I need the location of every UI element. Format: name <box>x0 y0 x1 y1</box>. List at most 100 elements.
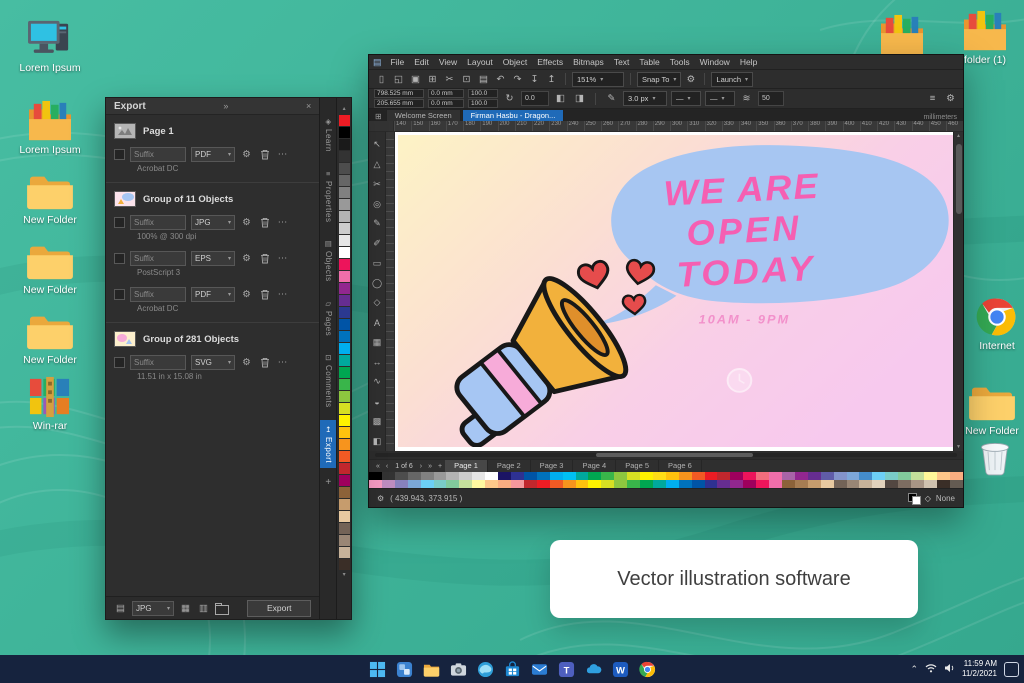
connector-tool[interactable]: ∿ <box>370 372 384 392</box>
freehand-tool[interactable]: ✎ <box>370 214 384 234</box>
color-swatch[interactable] <box>627 480 641 488</box>
color-swatch[interactable] <box>640 480 653 488</box>
row-more-options-icon[interactable]: ⋯ <box>276 289 289 300</box>
color-swatch[interactable] <box>433 480 447 488</box>
scale-fields[interactable]: 100.0 100.0 <box>468 89 498 108</box>
format-select[interactable]: EPS ▾ <box>191 251 235 266</box>
color-swatch[interactable] <box>381 472 395 480</box>
color-swatch[interactable] <box>549 472 563 480</box>
color-swatch[interactable] <box>338 295 350 306</box>
color-swatch[interactable] <box>338 199 350 210</box>
volume-icon[interactable] <box>944 660 955 678</box>
row-delete-trash-icon[interactable] <box>258 357 271 368</box>
menu-layout[interactable]: Layout <box>462 57 498 67</box>
color-swatch[interactable] <box>338 175 350 186</box>
color-swatch[interactable] <box>704 480 718 488</box>
color-swatch[interactable] <box>588 472 602 480</box>
color-swatch[interactable] <box>601 472 615 480</box>
color-swatch[interactable] <box>885 480 899 488</box>
menu-edit[interactable]: Edit <box>409 57 434 67</box>
color-swatch[interactable] <box>338 391 350 402</box>
widgets-icon[interactable] <box>395 660 413 678</box>
crop-tool[interactable]: ✂ <box>370 175 384 195</box>
vertical-scroll-thumb[interactable] <box>955 144 962 214</box>
color-swatch[interactable] <box>523 480 537 488</box>
color-swatch[interactable] <box>338 355 350 366</box>
menu-help[interactable]: Help <box>735 57 762 67</box>
color-swatch[interactable] <box>338 259 350 270</box>
color-swatch[interactable] <box>472 480 486 488</box>
color-swatch[interactable] <box>562 472 576 480</box>
rotate-icon[interactable]: ↻ <box>502 93 517 104</box>
ruler-origin[interactable] <box>369 121 394 131</box>
color-swatch[interactable] <box>717 472 731 480</box>
cut-icon[interactable]: ✂ <box>442 74 457 85</box>
color-swatch[interactable] <box>459 472 473 480</box>
color-swatch[interactable] <box>588 480 602 488</box>
camera-icon[interactable] <box>449 660 467 678</box>
color-swatch[interactable] <box>769 480 782 488</box>
color-swatch[interactable] <box>743 472 757 480</box>
color-swatch[interactable] <box>936 472 950 480</box>
object-width-field[interactable]: 798.525 mm <box>374 89 424 98</box>
color-swatch[interactable] <box>338 451 350 462</box>
desktop-icon-internet[interactable]: Internet <box>961 296 1024 352</box>
row-settings-gear-icon[interactable]: ⚙ <box>240 149 253 160</box>
last-page-icon[interactable]: » <box>425 463 435 470</box>
redo-icon[interactable]: ↷ <box>510 74 525 85</box>
palette-scroll-up-icon[interactable]: ▴ <box>343 104 346 114</box>
row-delete-trash-icon[interactable] <box>258 217 271 228</box>
docker-tab-learn[interactable]: ◈ Learn <box>320 112 336 157</box>
color-swatch[interactable] <box>859 480 873 488</box>
color-swatch[interactable] <box>338 367 350 378</box>
previous-page-icon[interactable]: ‹ <box>383 463 391 470</box>
color-swatch[interactable] <box>704 472 718 480</box>
row-settings-gear-icon[interactable]: ⚙ <box>240 289 253 300</box>
line-end-select[interactable]: — ▾ <box>705 91 735 106</box>
color-swatch[interactable] <box>338 499 350 510</box>
color-swatch[interactable] <box>338 439 350 450</box>
color-swatch[interactable] <box>833 472 847 480</box>
color-swatch[interactable] <box>472 472 486 480</box>
color-swatch[interactable] <box>807 480 821 488</box>
color-swatch[interactable] <box>949 472 963 480</box>
color-swatch[interactable] <box>510 480 524 488</box>
wifi-icon[interactable] <box>925 660 937 678</box>
color-swatch[interactable] <box>394 472 408 480</box>
vertical-scrollbar[interactable]: ▲ ▼ <box>953 132 963 451</box>
scale-h-field[interactable]: 100.0 <box>468 89 498 98</box>
page-tab-page-6[interactable]: Page 6 <box>659 460 702 472</box>
color-swatch[interactable] <box>510 472 524 480</box>
color-swatch[interactable] <box>338 127 350 138</box>
destination-folder-icon[interactable] <box>215 602 229 615</box>
row-settings-gear-icon[interactable]: ⚙ <box>240 253 253 264</box>
menu-view[interactable]: View <box>434 57 462 67</box>
teams-icon[interactable]: T <box>557 660 575 678</box>
outline-width-select[interactable]: 3.0 px ▾ <box>623 91 667 106</box>
export-icon[interactable]: ↥ <box>544 74 559 85</box>
color-swatch[interactable] <box>338 235 350 246</box>
desktop-icon-lorem-ipsum[interactable]: Lorem Ipsum <box>14 18 86 74</box>
menu-window[interactable]: Window <box>695 57 735 67</box>
color-swatch[interactable] <box>536 480 550 488</box>
row-checkbox[interactable] <box>114 357 125 368</box>
desktop-icon-new-folder[interactable]: New Folder <box>14 170 86 226</box>
color-swatch[interactable] <box>859 472 873 480</box>
color-swatch[interactable] <box>820 472 834 480</box>
palette-scroll-down-icon[interactable]: ▾ <box>343 570 346 580</box>
tab-active-document[interactable]: Firman Hasbu - Dragon... <box>461 109 565 121</box>
chrome-icon[interactable] <box>638 660 656 678</box>
color-swatch[interactable] <box>756 480 770 488</box>
color-swatch[interactable] <box>833 480 847 488</box>
first-page-icon[interactable]: « <box>373 463 383 470</box>
color-swatch[interactable] <box>338 511 350 522</box>
collapse-panel-icon[interactable]: » <box>215 101 228 111</box>
color-swatch[interactable] <box>338 415 350 426</box>
default-format-select[interactable]: JPG ▾ <box>132 600 174 616</box>
menu-file[interactable]: File <box>386 57 410 67</box>
color-swatch[interactable] <box>338 547 350 558</box>
start-icon[interactable] <box>368 660 386 678</box>
color-swatch[interactable] <box>691 472 705 480</box>
color-swatch[interactable] <box>338 403 350 414</box>
interactive-fill-tool[interactable]: ◒ <box>370 392 384 412</box>
